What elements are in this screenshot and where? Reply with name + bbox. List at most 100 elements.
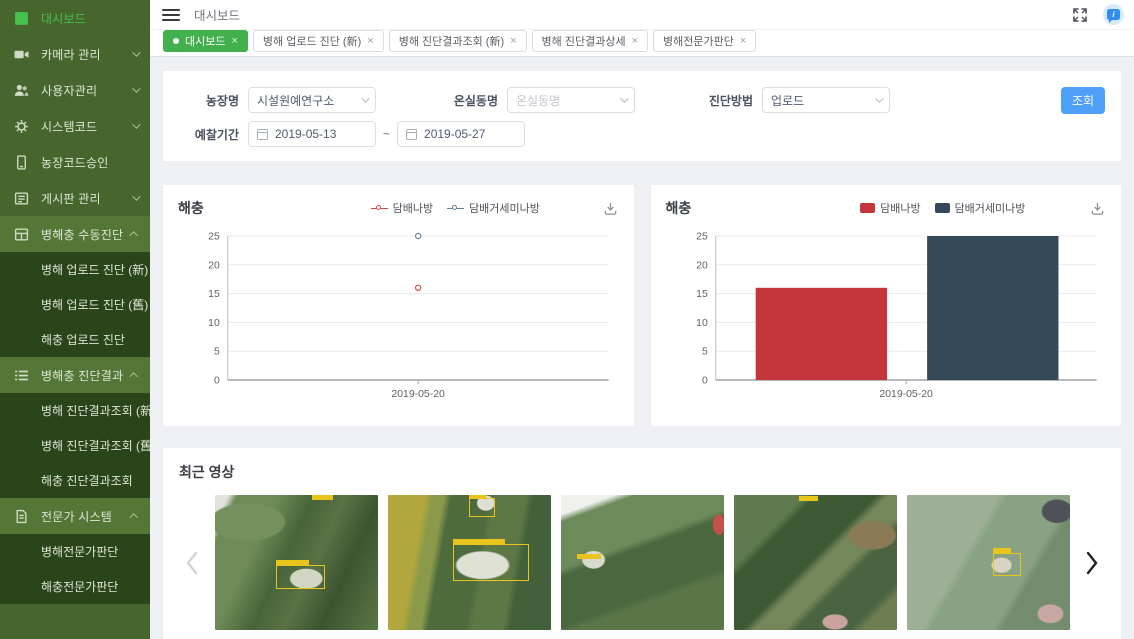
legend-item[interactable]: 담배거세미나방 (447, 200, 540, 216)
sidebar-subitem-6-2[interactable]: 해충 업로드 진단 (0, 322, 150, 357)
app-root: 대시보드카메라 관리사용자관리시스템코드농장코드승인게시판 관리병해충 수동진단… (0, 0, 1134, 639)
board-icon (14, 191, 29, 206)
hamburger-menu-icon[interactable] (162, 9, 180, 21)
sidebar-item-7[interactable]: 병해충 진단결과 (0, 357, 150, 393)
tomato-leaf-photo-2[interactable] (388, 495, 551, 630)
sidebar-item-6[interactable]: 병해충 수동진단 (0, 216, 150, 252)
chart-legend: 담배나방 담배거세미나방 (308, 200, 603, 216)
tab-label: 병해 진단결과조회 (新) (399, 33, 504, 49)
svg-text:10: 10 (208, 318, 220, 329)
tab-close-icon[interactable]: × (740, 36, 746, 47)
sidebar-subitem-7-1[interactable]: 병해 진단결과조회 (舊) (0, 428, 150, 463)
sidebar-item-8[interactable]: 전문가 시스템 (0, 498, 150, 534)
tomato-leaf-photo-1[interactable] (215, 495, 378, 630)
legend-marker-icon (935, 203, 950, 213)
sidebar-item-label: 사용자관리 (41, 82, 132, 99)
svg-text:0: 0 (701, 375, 707, 386)
farm-name-label: 농장명 (179, 92, 239, 109)
detection-label-tag (453, 539, 505, 544)
legend-label: 담배나방 (880, 200, 920, 216)
sidebar-subitem-6-1[interactable]: 병해 업로드 진단 (舊) (0, 287, 150, 322)
sidebar-item-label: 전문가 시스템 (41, 508, 132, 525)
farm-name-select[interactable]: 시설원예연구소 (248, 87, 376, 113)
bar-plot: 05101520252019-05-20 (666, 224, 1107, 415)
legend-label: 담배거세미나방 (469, 200, 540, 216)
greenhouse-select[interactable]: 온실동명 (507, 87, 635, 113)
date-to-input[interactable]: 2019-05-27 (397, 121, 525, 147)
calendar-icon (406, 129, 417, 140)
download-icon[interactable] (1090, 201, 1106, 216)
diagnosis-method-select[interactable]: 업로드 (762, 87, 890, 113)
date-from-input[interactable]: 2019-05-13 (248, 121, 376, 147)
svg-text:10: 10 (696, 318, 708, 329)
carousel-prev-button[interactable] (179, 495, 205, 630)
diagnosis-results-icon (14, 368, 29, 383)
svg-text:2019-05-20: 2019-05-20 (391, 389, 445, 400)
tab-label: 병해 진단결과상세 (542, 33, 626, 49)
sidebar-item-4[interactable]: 농장코드승인 (0, 144, 150, 180)
sidebar: 대시보드카메라 관리사용자관리시스템코드농장코드승인게시판 관리병해충 수동진단… (0, 0, 150, 639)
pest-bar-chart-card: 해충 담배나방담배거세미나방 05101520252019-05-20 (651, 185, 1122, 426)
tab-4[interactable]: 병해전문가판단× (653, 30, 756, 52)
svg-text:0: 0 (214, 375, 220, 386)
tab-close-icon[interactable]: × (231, 36, 237, 47)
sidebar-item-1[interactable]: 카메라 관리 (0, 36, 150, 72)
chevron-down-icon (361, 94, 369, 102)
sidebar-subitem-6-0[interactable]: 병해 업로드 진단 (新) (0, 252, 150, 287)
detection-box (453, 544, 530, 582)
tab-2[interactable]: 병해 진단결과조회 (新) × (389, 30, 527, 52)
chevron-down-icon (875, 94, 883, 102)
tab-close-icon[interactable]: × (632, 36, 638, 47)
tab-1[interactable]: 병해 업로드 진단 (新)× (253, 30, 384, 52)
sidebar-subitem-8-0[interactable]: 병해전문가판단 (0, 534, 150, 569)
fullscreen-icon[interactable] (1073, 8, 1087, 22)
sidebar-item-0[interactable]: 대시보드 (0, 0, 150, 36)
carousel-next-button[interactable] (1079, 495, 1105, 630)
sidebar-item-5[interactable]: 게시판 관리 (0, 180, 150, 216)
svg-text:25: 25 (696, 231, 708, 242)
chevron-down-icon (620, 94, 628, 102)
filter-panel: 농장명 시설원예연구소 온실동명 온실동명 진단방법 업로드 (163, 71, 1121, 161)
sidebar-item-2[interactable]: 사용자관리 (0, 72, 150, 108)
legend-marker-icon (860, 203, 875, 213)
download-icon[interactable] (603, 201, 619, 216)
sidebar-subitem-7-2[interactable]: 해충 진단결과조회 (0, 463, 150, 498)
range-separator: ~ (383, 127, 390, 141)
sidebar-item-label: 농장코드승인 (41, 154, 138, 171)
legend-item[interactable]: 담배나방 (860, 200, 920, 216)
tomato-leaf-photo-5[interactable] (907, 495, 1070, 630)
detection-box (469, 498, 495, 517)
chart-legend: 담배나방 담배거세미나방 (796, 200, 1091, 216)
scatter-plot: 05101520252019-05-20 (178, 224, 619, 415)
sidebar-item-label: 게시판 관리 (41, 190, 132, 207)
legend-label: 담배나방 (393, 200, 433, 216)
detection-box (577, 554, 601, 559)
survey-period-label: 예찰기간 (179, 126, 239, 143)
tomato-leaf-photo-3[interactable] (561, 495, 724, 630)
tab-close-icon[interactable]: × (367, 36, 373, 47)
tomato-leaf-photo-4[interactable] (734, 495, 897, 630)
sidebar-subitem-7-0[interactable]: 병해 진단결과조회 (新) (0, 393, 150, 428)
tab-3[interactable]: 병해 진단결과상세 × (532, 30, 648, 52)
svg-text:5: 5 (214, 347, 220, 358)
info-icon[interactable]: i (1103, 4, 1124, 25)
legend-marker-icon (371, 208, 388, 209)
detection-box (276, 565, 325, 589)
tab-0[interactable]: 대시보드× (163, 30, 248, 52)
legend-item[interactable]: 담배나방 (371, 200, 433, 216)
tab-close-icon[interactable]: × (510, 36, 516, 47)
legend-marker-icon (447, 208, 464, 209)
detection-box (799, 496, 819, 501)
calendar-icon (257, 129, 268, 140)
sidebar-item-3[interactable]: 시스템코드 (0, 108, 150, 144)
sidebar-subitem-8-1[interactable]: 해충전문가판단 (0, 569, 150, 604)
chevron-down-icon (132, 48, 140, 56)
search-button[interactable]: 조회 (1061, 87, 1105, 114)
manual-diagnosis-icon (14, 227, 29, 242)
legend-item[interactable]: 담배거세미나방 (935, 200, 1026, 216)
sidebar-menu: 대시보드카메라 관리사용자관리시스템코드농장코드승인게시판 관리병해충 수동진단… (0, 0, 150, 604)
svg-text:15: 15 (208, 289, 220, 300)
active-tab-dot (173, 38, 179, 44)
users-icon (14, 83, 29, 98)
svg-text:5: 5 (701, 347, 707, 358)
